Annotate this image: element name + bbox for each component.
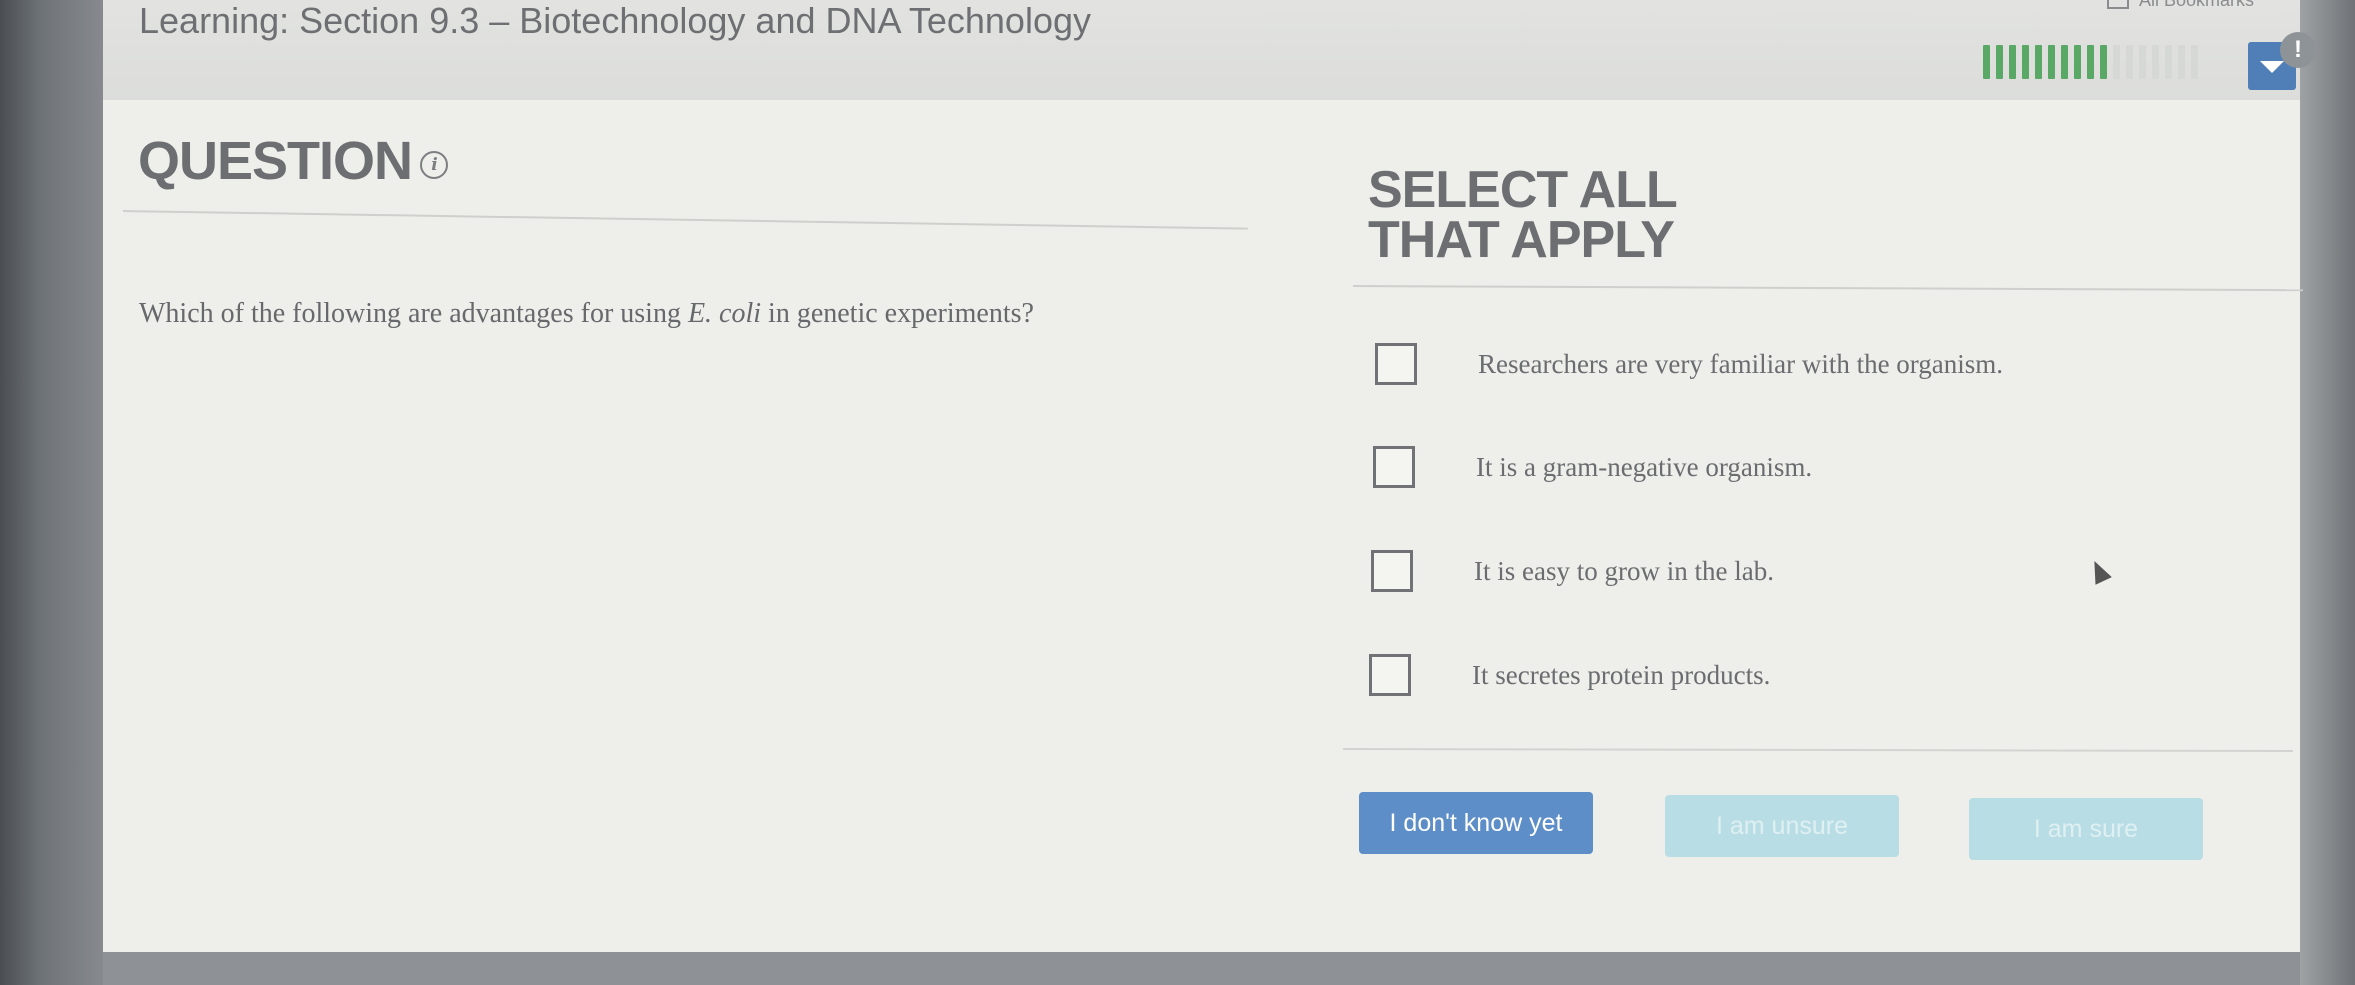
chevron-down-icon bbox=[2260, 61, 2284, 73]
answer-checkbox[interactable] bbox=[1373, 446, 1415, 488]
progress-segment bbox=[2087, 45, 2094, 79]
answer-option[interactable]: It secretes protein products. bbox=[1369, 654, 1770, 696]
question-text-before: Which of the following are advantages fo… bbox=[139, 298, 688, 329]
bookmarks-label: All Bookmarks bbox=[2138, 0, 2254, 10]
question-card: Learning: Section 9.3 – Biotechnology an… bbox=[103, 0, 2316, 952]
progress-meter bbox=[1983, 45, 2198, 79]
answer-option[interactable]: Researchers are very familiar with the o… bbox=[1375, 343, 2003, 385]
bookmark-icon bbox=[2106, 0, 2129, 9]
progress-segment bbox=[2178, 45, 2185, 79]
progress-segment bbox=[2165, 45, 2172, 79]
answers-divider-top bbox=[1352, 285, 2303, 292]
question-divider bbox=[122, 210, 1248, 230]
question-heading-label: QUESTION bbox=[138, 131, 413, 191]
dont-know-yet-button[interactable]: I don't know yet bbox=[1359, 792, 1593, 854]
bottom-strip bbox=[103, 952, 2300, 985]
question-heading: QUESTION i bbox=[138, 130, 449, 192]
answer-label: It secretes protein products. bbox=[1472, 659, 1771, 690]
progress-segment bbox=[2139, 45, 2146, 79]
progress-segment bbox=[2113, 45, 2120, 79]
progress-segment bbox=[2022, 45, 2029, 79]
progress-segment bbox=[2191, 45, 2198, 79]
progress-segment bbox=[2061, 45, 2068, 79]
progress-segment bbox=[2100, 45, 2107, 79]
left-bezel bbox=[0, 0, 103, 985]
answer-checkbox[interactable] bbox=[1371, 550, 1413, 592]
alert-badge[interactable]: ! bbox=[2280, 32, 2316, 68]
question-text: Which of the following are advantages fo… bbox=[139, 298, 1034, 330]
answer-checkbox[interactable] bbox=[1375, 343, 1417, 385]
answers-divider-bottom bbox=[1342, 748, 2293, 752]
page-title: Learning: Section 9.3 – Biotechnology an… bbox=[139, 0, 1091, 41]
answer-checkbox[interactable] bbox=[1369, 654, 1411, 696]
progress-segment bbox=[1983, 45, 1990, 79]
question-text-after: in genetic experiments? bbox=[761, 298, 1034, 329]
progress-segment bbox=[2009, 45, 2016, 79]
top-bar: Learning: Section 9.3 – Biotechnology an… bbox=[103, 0, 2316, 100]
right-bezel bbox=[2300, 0, 2355, 985]
answer-option[interactable]: It is a gram-negative organism. bbox=[1373, 446, 1812, 488]
i-am-sure-button[interactable]: I am sure bbox=[1969, 798, 2203, 860]
question-text-organism: E. coli bbox=[687, 298, 762, 329]
all-bookmarks-link[interactable]: All Bookmarks bbox=[2106, 0, 2254, 11]
progress-segment bbox=[2035, 45, 2042, 79]
answer-label: It is a gram-negative organism. bbox=[1476, 451, 1813, 482]
answer-label: It is easy to grow in the lab. bbox=[1474, 555, 1774, 586]
progress-segment bbox=[2048, 45, 2055, 79]
progress-segment bbox=[1996, 45, 2003, 79]
progress-segment bbox=[2074, 45, 2081, 79]
progress-segment bbox=[2152, 45, 2159, 79]
info-icon[interactable]: i bbox=[420, 151, 449, 179]
answer-option[interactable]: It is easy to grow in the lab. bbox=[1371, 550, 1774, 592]
answer-label: Researchers are very familiar with the o… bbox=[1478, 348, 2004, 379]
i-am-unsure-button[interactable]: I am unsure bbox=[1665, 795, 1899, 857]
select-all-heading: SELECT ALL THAT APPLY bbox=[1368, 161, 1677, 269]
progress-segment bbox=[2126, 45, 2133, 79]
